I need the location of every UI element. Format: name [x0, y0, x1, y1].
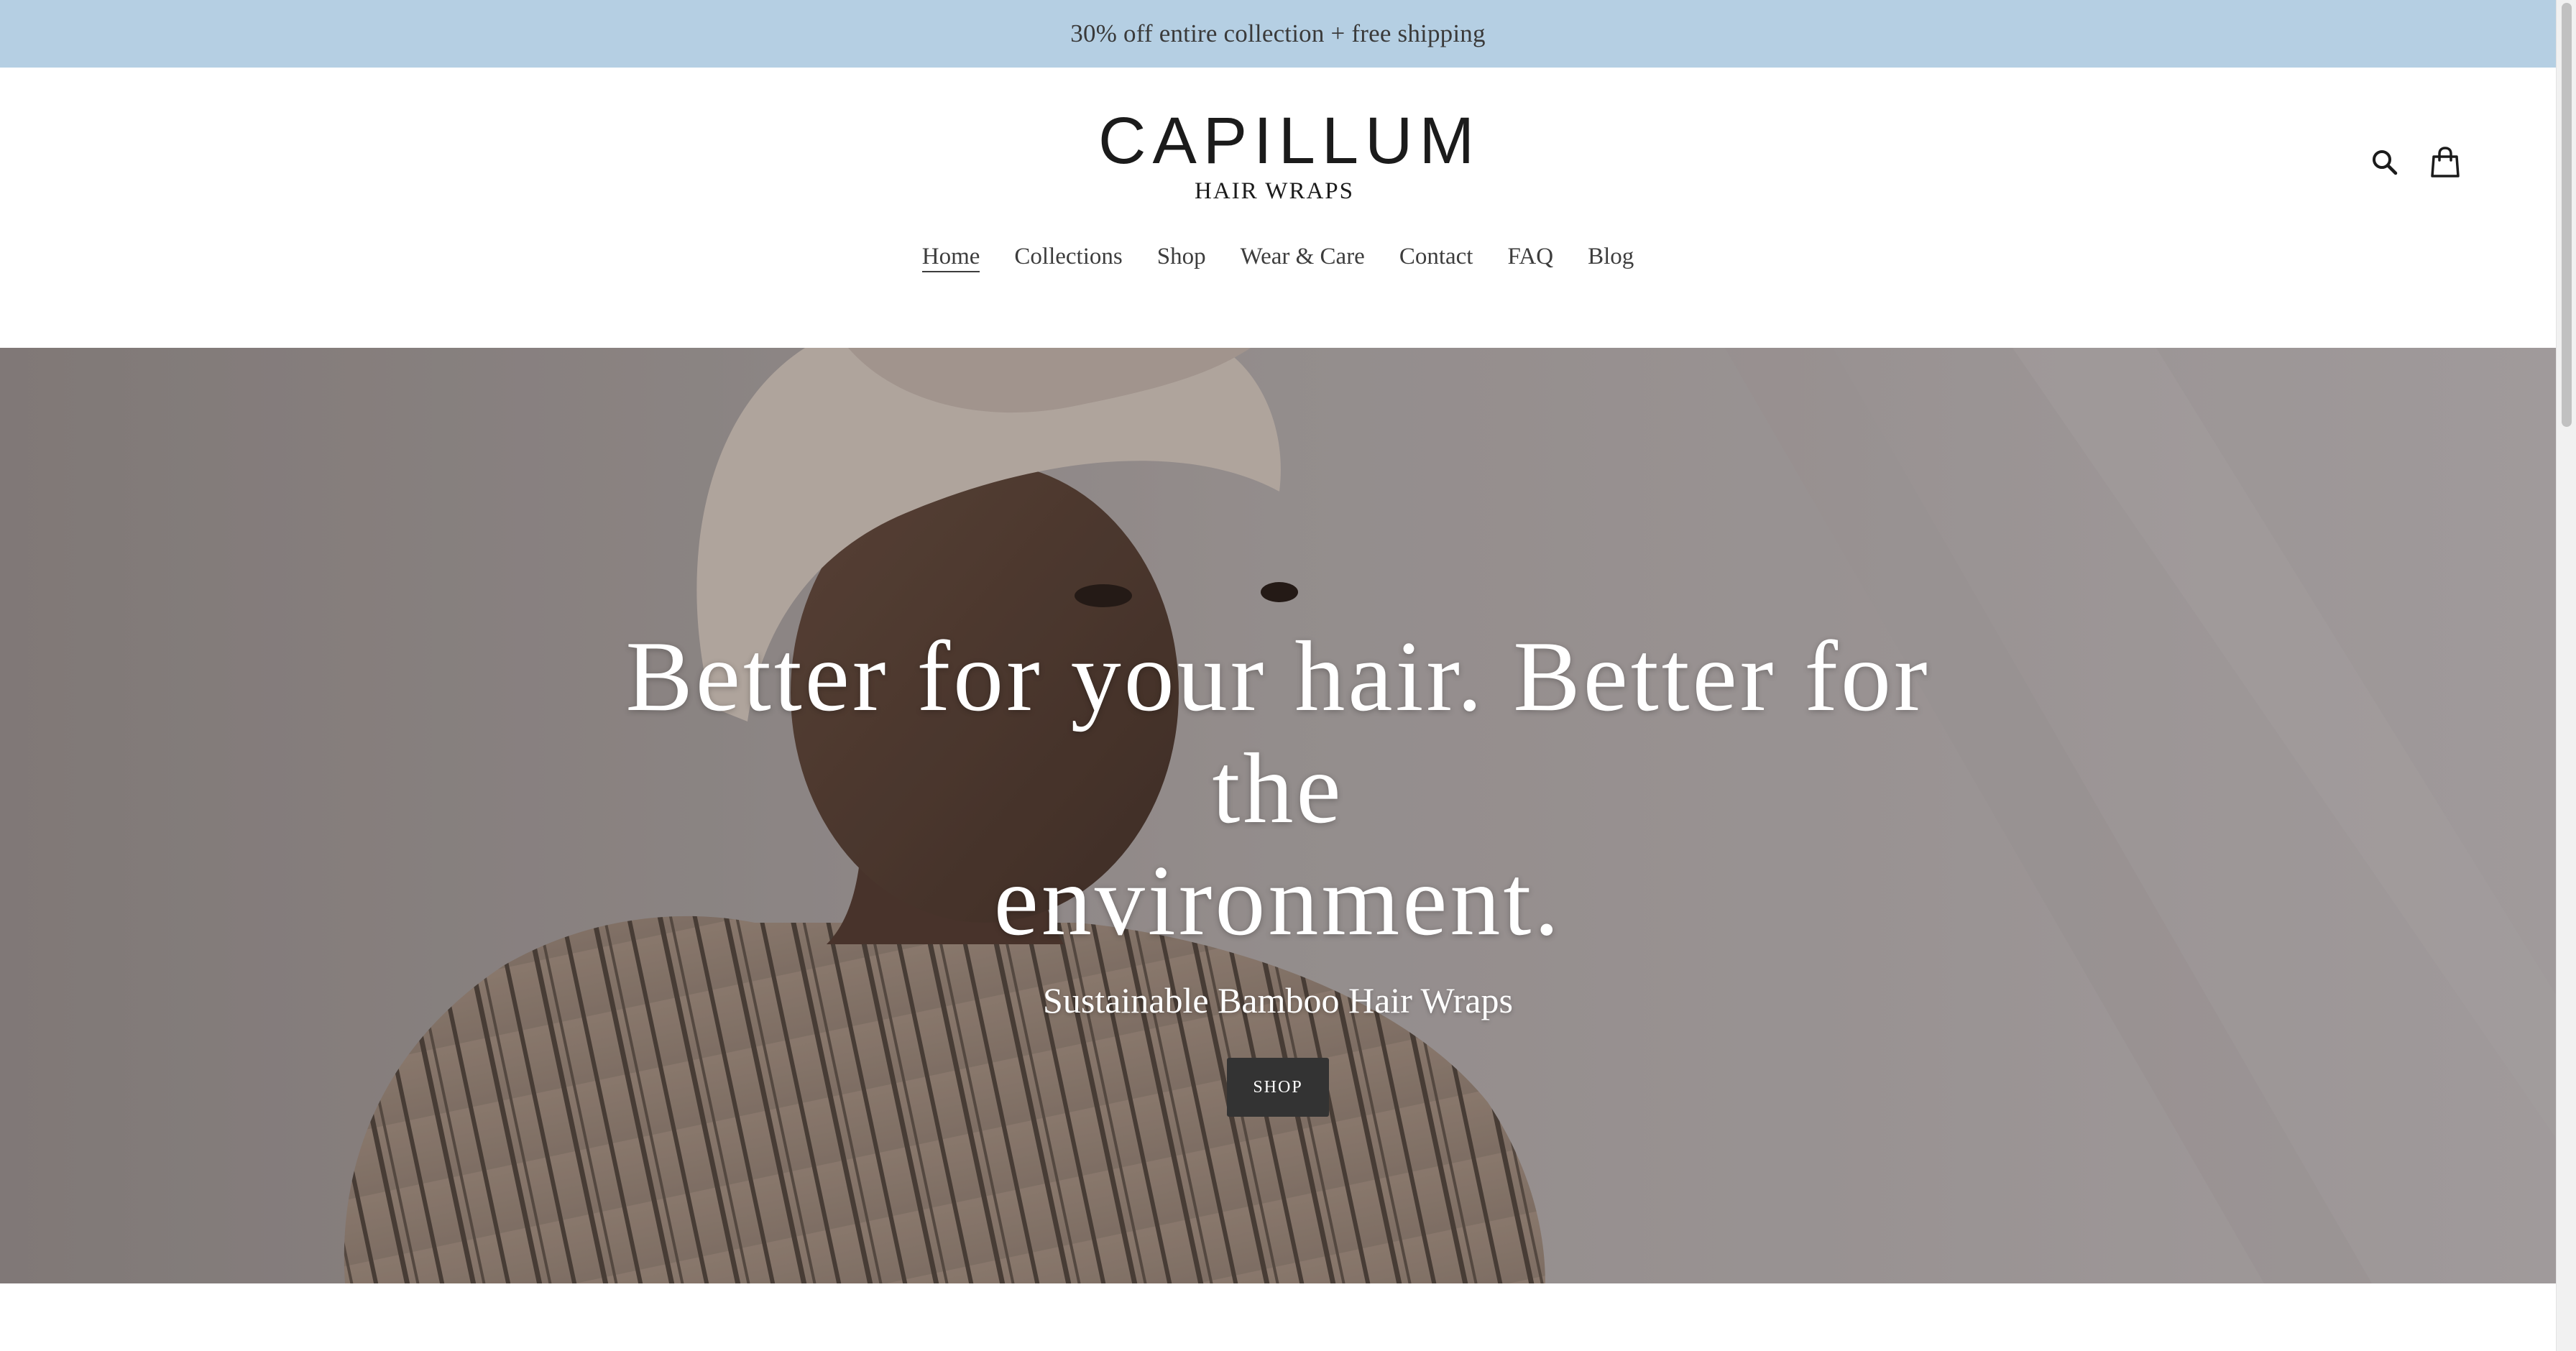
hero-banner: Better for your hair. Better for the env… — [0, 348, 2556, 1283]
nav-item-contact[interactable]: Contact — [1382, 239, 1491, 275]
nav-item-label: Home — [921, 244, 980, 272]
nav-item-label: Wear & Care — [1240, 244, 1365, 269]
scrollbar[interactable] — [2556, 0, 2576, 1351]
cart-icon[interactable] — [2425, 142, 2465, 183]
header-icons — [2365, 142, 2465, 183]
nav-item-faq[interactable]: FAQ — [1490, 239, 1570, 275]
site-header: CAPILLUM HAIR WRAPS Home Collections Sho… — [0, 68, 2556, 348]
announcement-text: 30% off entire collection + free shippin… — [1070, 19, 1486, 47]
nav-item-collections[interactable]: Collections — [997, 239, 1139, 275]
hero-subtitle: Sustainable Bamboo Hair Wraps — [1043, 980, 1513, 1020]
hero-title-line-1: Better for your hair. Better for the — [625, 621, 1931, 844]
logo[interactable]: CAPILLUM HAIR WRAPS — [1098, 104, 1481, 206]
logo-wordmark: CAPILLUM — [1098, 104, 1481, 177]
search-icon[interactable] — [2365, 142, 2405, 183]
main-nav: Home Collections Shop Wear & Care Contac… — [0, 239, 2556, 275]
nav-item-home[interactable]: Home — [905, 239, 998, 275]
nav-item-wear-care[interactable]: Wear & Care — [1223, 239, 1382, 275]
nav-item-label: Blog — [1588, 244, 1634, 269]
nav-item-label: FAQ — [1507, 244, 1554, 269]
nav-item-blog[interactable]: Blog — [1570, 239, 1651, 275]
nav-item-label: Collections — [1014, 244, 1123, 269]
logo-tagline: HAIR WRAPS — [1194, 178, 1354, 204]
shop-button[interactable]: SHOP — [1227, 1058, 1329, 1117]
nav-item-label: Shop — [1156, 244, 1206, 269]
announcement-bar: 30% off entire collection + free shippin… — [0, 0, 2556, 68]
hero-title-line-2: environment. — [993, 845, 1563, 956]
nav-item-label: Contact — [1399, 244, 1473, 269]
page: 30% off entire collection + free shippin… — [0, 0, 2576, 1351]
hero-title: Better for your hair. Better for the env… — [559, 621, 1997, 957]
hero-content: Better for your hair. Better for the env… — [559, 621, 1997, 1117]
scrollbar-thumb[interactable] — [2562, 3, 2572, 427]
nav-item-shop[interactable]: Shop — [1140, 239, 1223, 275]
